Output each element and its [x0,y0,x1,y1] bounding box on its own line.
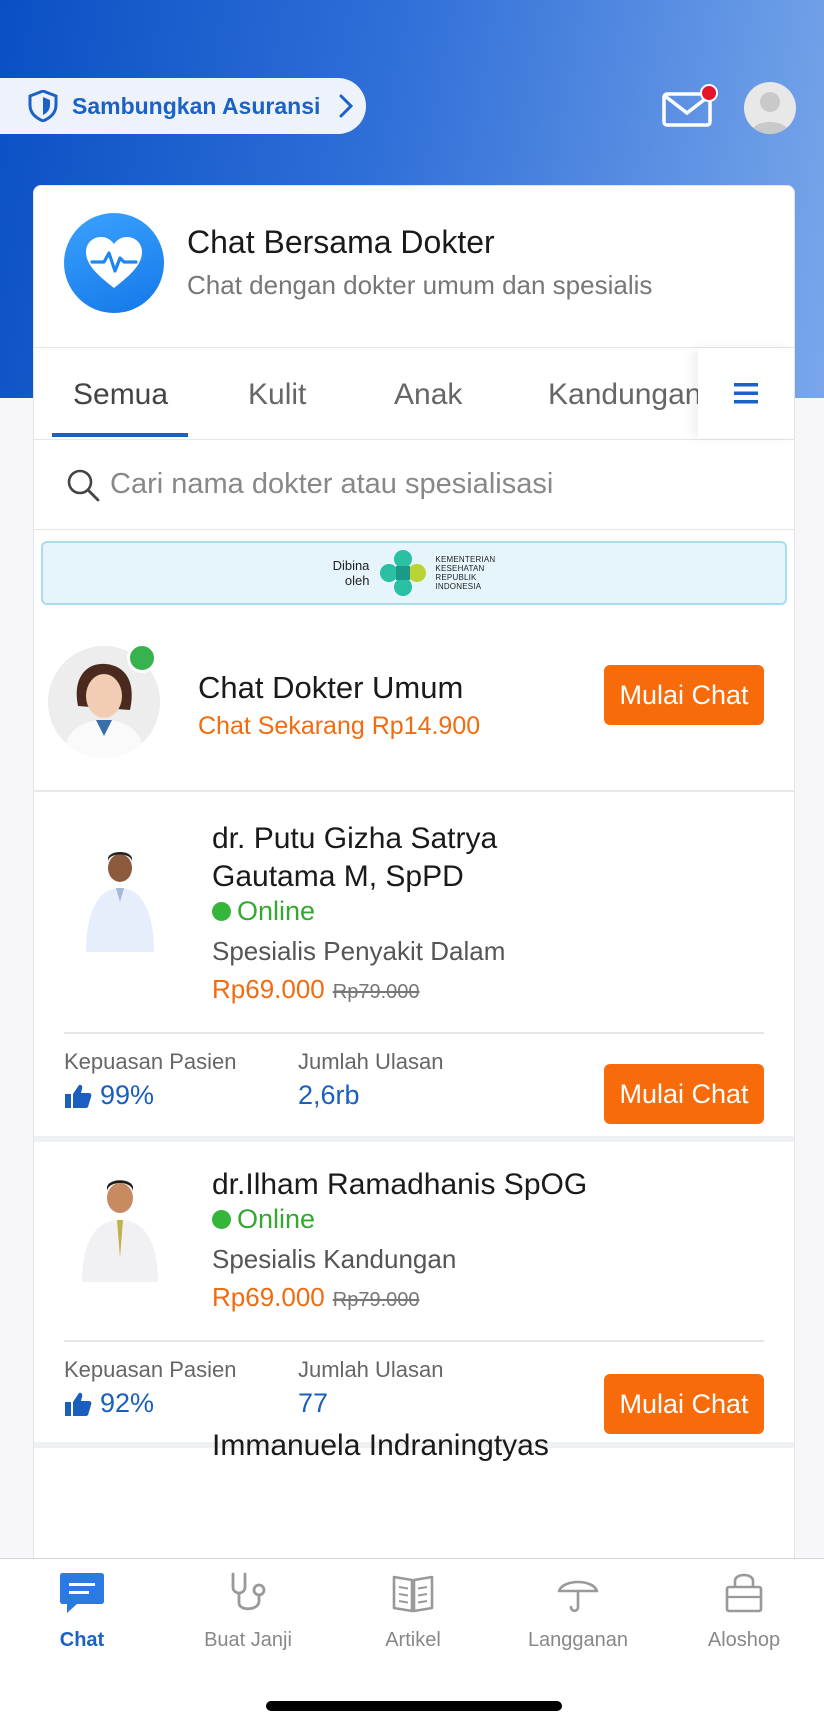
current-price: Rp69.000 [212,974,325,1004]
nav-langganan-label: Langganan [527,1629,629,1651]
umbrella-icon [557,1580,599,1613]
nav-artikel[interactable]: Artikel [338,1571,488,1671]
thumbs-up-icon [65,1084,92,1108]
chat-service-card: Chat Bersama Dokter Chat dengan dokter u… [33,185,795,1565]
nav-artikel-label: Artikel [385,1629,441,1651]
reviews-label: Jumlah Ulasan [298,1357,444,1382]
satisfaction-value: 99% [64,1080,154,1111]
start-chat-button[interactable]: Mulai Chat [604,1374,764,1434]
doctor-card[interactable]: dr.Ilham Ramadhanis SpOG Online Spesiali… [34,1142,794,1448]
nav-aloshop[interactable]: Aloshop [669,1571,819,1671]
shopping-bag-icon [725,1573,763,1613]
service-subtitle: Chat dengan dokter umum dan spesialis [187,270,653,300]
general-doctor-row: Chat Dokter Umum Chat Sekarang Rp14.900 … [34,606,794,792]
doctor-online-status: Online [212,1204,315,1235]
profile-avatar[interactable] [744,82,796,134]
doctor-price: Rp69.000 Rp79.000 [212,974,420,1005]
nav-aloshop-label: Aloshop [707,1629,781,1651]
divider [64,1340,764,1342]
user-icon [750,92,790,134]
tab-anak[interactable]: Anak [394,378,462,412]
doctor-photo [86,852,154,952]
chat-bubble-icon [60,1573,104,1613]
service-header: Chat Bersama Dokter Chat dengan dokter u… [34,186,794,348]
active-tab-indicator [52,433,188,437]
general-doctor-title: Chat Dokter Umum [198,670,464,705]
online-dot [212,1210,231,1229]
online-dot [212,902,231,921]
doctor-name: Immanuela Indraningtyas [212,1429,549,1462]
menu-icon [734,383,758,404]
kemenkes-banner: Dibina oleh KEMENTERIAN KESEHATAN REPUBL… [41,541,787,605]
start-chat-button[interactable]: Mulai Chat [604,1064,764,1124]
nav-chat-label: Chat [59,1629,105,1651]
doctor-online-status: Online [212,896,315,927]
chevron-right-icon [339,94,354,118]
reviews-label: Jumlah Ulasan [298,1049,444,1074]
search-placeholder: Cari nama dokter atau spesialisasi [110,468,554,500]
shield-icon [28,90,58,122]
kemenkes-name: KEMENTERIAN KESEHATAN REPUBLIK INDONESIA [435,555,496,591]
search-input[interactable]: Cari nama dokter atau spesialisasi [34,440,794,530]
tab-kandungan[interactable]: Kandungan [548,378,698,412]
start-chat-button[interactable]: Mulai Chat [604,665,764,725]
nav-langganan[interactable]: Langganan [503,1571,653,1671]
general-doctor-price: Chat Sekarang Rp14.900 [198,712,481,740]
nav-buat-janji[interactable]: Buat Janji [173,1571,323,1671]
stethoscope-icon [231,1572,266,1611]
notification-badge [700,84,718,102]
doctor-specialty: Spesialis Penyakit Dalam [212,936,506,966]
doctor-name: dr.Ilham Ramadhanis SpOG [212,1168,588,1201]
tab-menu-button[interactable] [698,348,794,438]
doctor-price: Rp69.000 Rp79.000 [212,1282,420,1313]
search-icon [67,469,100,501]
nav-chat[interactable]: Chat [7,1571,157,1671]
reviews-value: 2,6rb [298,1080,360,1110]
connect-insurance-button[interactable]: Sambungkan Asuransi [0,78,366,134]
doctor-card[interactable]: dr. Putu Gizha Satrya Gautama M, SpPD On… [34,794,794,1142]
doctor-name: dr. Putu Gizha Satrya Gautama M, SpPD [212,822,498,893]
kemenkes-logo-icon [380,550,427,596]
book-icon [392,1575,434,1613]
satisfaction-value: 92% [64,1388,154,1419]
tab-semua[interactable]: Semua [73,378,168,412]
kemenkes-dibina-text: Dibina oleh [332,558,370,588]
doctor-photo [82,1180,158,1282]
specialty-tabs: Semua Kulit Anak Kandungan [34,348,794,440]
tab-kulit[interactable]: Kulit [248,378,306,412]
old-price: Rp79.000 [332,1289,420,1311]
current-price: Rp69.000 [212,1282,325,1312]
doctor-specialty: Spesialis Kandungan [212,1244,457,1274]
service-title: Chat Bersama Dokter [187,224,495,260]
satisfaction-label: Kepuasan Pasien [64,1049,237,1074]
old-price: Rp79.000 [332,981,420,1003]
bottom-navigation: Chat Buat Janji Artikel Langganan Alosho… [0,1558,824,1726]
reviews-value: 77 [298,1388,329,1418]
heart-pulse-icon [64,213,164,313]
nav-buat-janji-label: Buat Janji [204,1629,292,1651]
satisfaction-label: Kepuasan Pasien [64,1357,237,1382]
divider [64,1032,764,1034]
thumbs-up-icon [65,1392,92,1416]
insurance-label: Sambungkan Asuransi [72,92,321,119]
home-indicator [266,1701,562,1711]
online-status-dot [127,643,157,673]
